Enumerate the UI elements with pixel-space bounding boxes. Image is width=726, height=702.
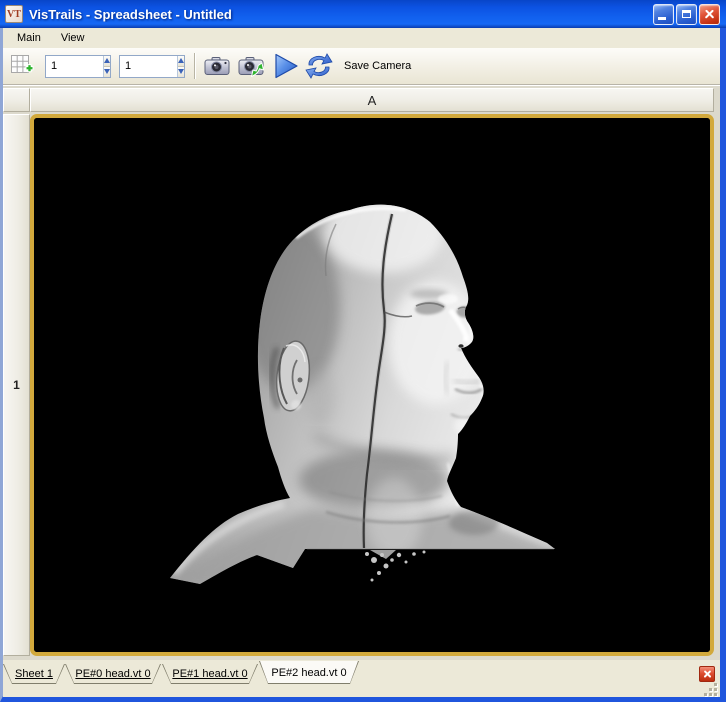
window-body: Main View <box>0 28 726 702</box>
save-camera-button[interactable] <box>304 51 334 81</box>
new-sheet-button[interactable] <box>7 51 37 81</box>
close-tab-button[interactable] <box>699 666 715 682</box>
tab-sheet-1[interactable]: Sheet 1 <box>3 664 65 684</box>
statusbar <box>3 686 720 697</box>
toolbar-separator <box>194 53 195 79</box>
column-count-input[interactable] <box>120 56 177 77</box>
resize-grip[interactable] <box>703 684 717 696</box>
maximize-icon <box>682 10 691 18</box>
menubar: Main View <box>3 28 720 48</box>
col-spin-up-button[interactable] <box>178 56 184 66</box>
execute-play-icon <box>270 51 300 81</box>
menu-view[interactable]: View <box>51 29 95 47</box>
arrow-down-icon <box>104 69 110 74</box>
row-spin-up-button[interactable] <box>104 56 110 66</box>
save-camera-sync-icon <box>305 52 333 80</box>
row-header-1[interactable]: 1 <box>3 114 30 656</box>
export-camera-icon <box>238 55 264 77</box>
column-header-a[interactable]: A <box>30 88 714 112</box>
close-button[interactable] <box>699 4 720 25</box>
maximize-button[interactable] <box>676 4 697 25</box>
app-icon: VT <box>5 5 23 23</box>
col-spin-down-button[interactable] <box>178 66 184 77</box>
menu-main[interactable]: Main <box>7 29 51 47</box>
row-count-input[interactable] <box>46 56 103 77</box>
minimize-button[interactable] <box>653 4 674 25</box>
arrow-down-icon <box>178 69 184 74</box>
execute-button[interactable] <box>270 51 300 81</box>
minimize-icon <box>658 17 666 20</box>
row-spin-down-button[interactable] <box>104 66 110 77</box>
save-camera-label: Save Camera <box>344 60 411 72</box>
titlebar[interactable]: VT VisTrails - Spreadsheet - Untitled <box>0 0 726 28</box>
new-sheet-grid-icon <box>10 54 34 78</box>
sheet-tabbar: Sheet 1 PE#0 head.vt 0 PE#1 head.vt 0 PE… <box>3 660 720 686</box>
arrow-up-icon <box>178 58 184 63</box>
tab-pe1-head[interactable]: PE#1 head.vt 0 <box>162 664 258 684</box>
column-count-spinner[interactable] <box>119 55 185 78</box>
spreadsheet: A 1 <box>3 86 720 660</box>
head-3d-render <box>34 118 710 652</box>
export-snapshot-button[interactable] <box>236 51 266 81</box>
sheet-corner-cell[interactable] <box>3 88 30 112</box>
tab-pe0-head[interactable]: PE#0 head.vt 0 <box>65 664 161 684</box>
snapshot-camera-icon <box>204 55 230 77</box>
tab-pe2-head-active[interactable]: PE#2 head.vt 0 <box>259 661 359 684</box>
spreadsheet-cell-a1[interactable] <box>30 114 714 656</box>
row-count-spinner[interactable] <box>45 55 111 78</box>
snapshot-button[interactable] <box>202 51 232 81</box>
app-window: VT VisTrails - Spreadsheet - Untitled Ma… <box>0 0 726 702</box>
arrow-up-icon <box>104 58 110 63</box>
window-title: VisTrails - Spreadsheet - Untitled <box>29 7 651 22</box>
toolbar: Save Camera <box>3 48 720 85</box>
